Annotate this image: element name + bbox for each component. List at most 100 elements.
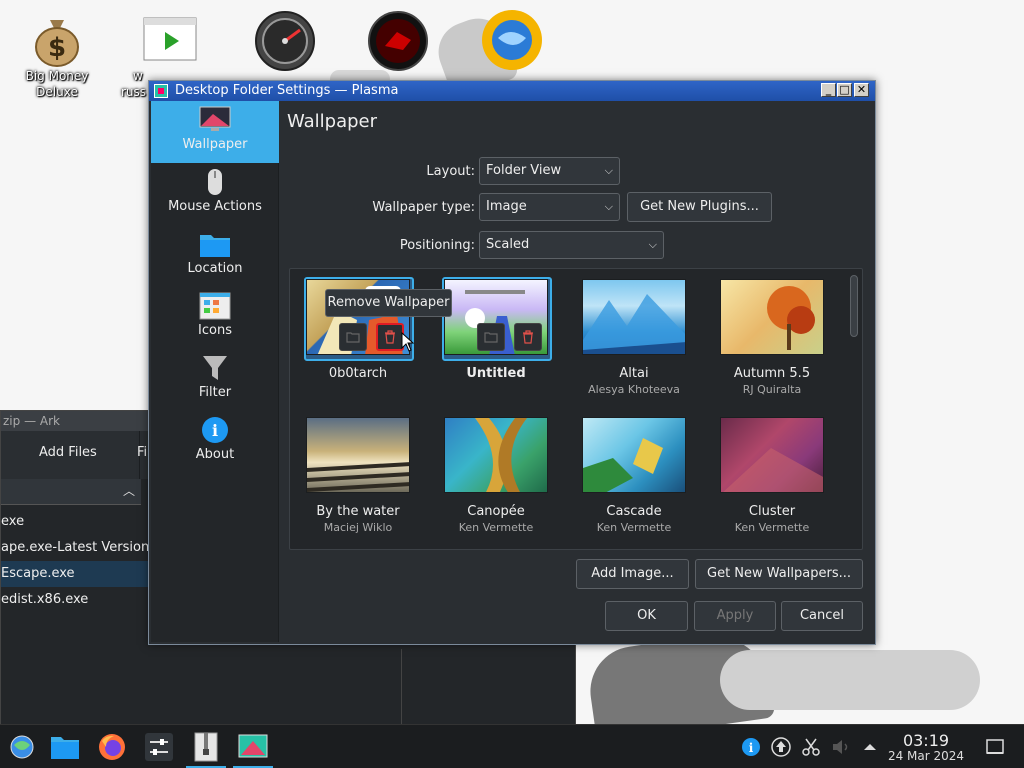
- desktop-folder-settings-dialog: Desktop Folder Settings — Plasma _ □ ✕ W…: [148, 80, 876, 645]
- chevron-down-icon: ⌵: [604, 200, 613, 213]
- file-list-row[interactable]: edist.x86.exe: [1, 587, 151, 613]
- remove-wallpaper-button[interactable]: [514, 323, 542, 351]
- desktop-icon-big-money[interactable]: $ Big Money Deluxe: [12, 4, 102, 100]
- wallpaper-item[interactable]: By the water Maciej Wiklo: [298, 417, 418, 534]
- svg-text:i: i: [749, 741, 754, 755]
- updates-icon[interactable]: [771, 737, 791, 757]
- wallpaper-name: By the water: [316, 504, 400, 519]
- wallpaper-author: Maciej Wiklo: [323, 521, 393, 534]
- wallpaper-item[interactable]: Cluster Ken Vermette: [712, 417, 832, 534]
- folder-icon: [199, 229, 231, 259]
- open-folder-button[interactable]: [339, 323, 367, 351]
- wallpaper-name: Canopée: [467, 504, 525, 519]
- wallpaper-name: Untitled: [466, 366, 526, 381]
- wallpaper-author: Alesya Khoteeva: [588, 383, 680, 396]
- file-list-row[interactable]: Escape.exe: [1, 561, 151, 587]
- dialog-titlebar[interactable]: Desktop Folder Settings — Plasma _ □ ✕: [149, 81, 875, 101]
- sidebar-item-about[interactable]: i About: [151, 411, 279, 473]
- file-list-row[interactable]: ape.exe-Latest Version: [1, 535, 151, 561]
- wallpaper-name: Altai: [619, 366, 649, 381]
- wallpaper-author: Ken Vermette: [458, 521, 534, 534]
- wallpaper-type-label: Wallpaper type:: [372, 200, 475, 215]
- desktop-icon-label: Big Money: [25, 69, 89, 83]
- close-button[interactable]: ✕: [854, 83, 869, 97]
- clock-time[interactable]: 03:19: [888, 731, 964, 750]
- sidebar-item-filter[interactable]: Filter: [151, 349, 279, 411]
- tray-expand-icon[interactable]: [860, 737, 880, 757]
- file-manager-icon[interactable]: [49, 731, 81, 763]
- wallpaper-name: Autumn 5.5: [733, 366, 811, 381]
- layout-select-value: Folder View: [486, 163, 562, 178]
- ark-column-header[interactable]: ︿: [1, 479, 141, 505]
- filter-icon: [199, 353, 231, 383]
- wallpaper-type-value: Image: [486, 199, 527, 214]
- red-disc-icon: [367, 10, 428, 71]
- wallpaper-item[interactable]: Altai Alesya Khoteeva: [574, 279, 694, 396]
- start-menu-icon[interactable]: [6, 731, 38, 763]
- firefox-icon[interactable]: [96, 731, 128, 763]
- media-player-icon: [141, 10, 199, 68]
- ark-toolbar-button[interactable]: Fi: [137, 445, 147, 460]
- sidebar-item-mouse-actions[interactable]: Mouse Actions: [151, 163, 279, 225]
- scrollbar-thumb[interactable]: [850, 275, 858, 337]
- remove-wallpaper-button[interactable]: [376, 323, 404, 351]
- apply-button[interactable]: Apply: [694, 601, 776, 631]
- info-icon: i: [199, 415, 231, 445]
- wallpaper-type-select[interactable]: Image ⌵: [479, 193, 620, 221]
- taskbar: i: [0, 724, 1024, 768]
- chevron-down-icon: ⌵: [648, 238, 657, 251]
- scissors-icon[interactable]: [801, 737, 821, 757]
- volume-muted-icon[interactable]: [831, 737, 851, 757]
- info-icon[interactable]: i: [741, 737, 761, 757]
- desktop-icon-disc[interactable]: [351, 4, 441, 71]
- positioning-value: Scaled: [486, 237, 530, 252]
- file-list-row[interactable]: exe: [1, 509, 151, 535]
- wallpaper-thumbnail: [444, 417, 548, 493]
- ark-add-files-button[interactable]: Add Files: [39, 445, 97, 460]
- wallpaper-item[interactable]: Cascade Ken Vermette: [574, 417, 694, 534]
- icons-view-icon: [199, 291, 231, 321]
- wallpaper-item[interactable]: Canopée Ken Vermette: [436, 417, 556, 534]
- dialog-title: Desktop Folder Settings — Plasma: [175, 83, 399, 98]
- cancel-button[interactable]: Cancel: [781, 601, 863, 631]
- plasma-app-icon: [154, 84, 168, 98]
- archive-icon[interactable]: [186, 731, 226, 768]
- wallpaper-name: Cluster: [748, 504, 796, 519]
- sidebar-item-wallpaper[interactable]: Wallpaper: [151, 101, 279, 163]
- wallpaper-item[interactable]: Autumn 5.5 RJ Quiralta: [712, 279, 832, 396]
- sidebar-item-label: Icons: [198, 323, 232, 338]
- ok-button[interactable]: OK: [605, 601, 688, 631]
- open-folder-button[interactable]: [477, 323, 505, 351]
- clock-date[interactable]: 24 Mar 2024: [882, 749, 970, 763]
- mouse-cursor-icon: [401, 331, 415, 356]
- show-desktop-icon[interactable]: [985, 737, 1005, 757]
- ark-file-list: exe ape.exe-Latest Version Escape.exe ed…: [1, 509, 151, 613]
- speedometer-icon: [254, 10, 315, 71]
- page-title: Wallpaper: [287, 111, 378, 132]
- maximize-button[interactable]: □: [837, 83, 852, 97]
- svg-text:i: i: [212, 421, 218, 440]
- sidebar-item-label: About: [195, 447, 235, 462]
- sidebar-item-location[interactable]: Location: [151, 225, 279, 287]
- wallpaper-author: RJ Quiralta: [742, 383, 802, 396]
- wallpaper-shape: [720, 650, 980, 710]
- wallpaper-name: 0b0tarch: [328, 366, 388, 381]
- plasma-settings-icon[interactable]: [233, 731, 273, 768]
- layout-select[interactable]: Folder View ⌵: [479, 157, 620, 185]
- positioning-select[interactable]: Scaled ⌵: [479, 231, 664, 259]
- settings-icon[interactable]: [143, 731, 175, 763]
- wallpaper-thumbnail: [582, 279, 686, 355]
- get-new-wallpapers-button[interactable]: Get New Wallpapers...: [695, 559, 863, 589]
- wallpaper-thumbnail: [720, 417, 824, 493]
- wallpaper-author: Ken Vermette: [596, 521, 672, 534]
- get-new-plugins-button[interactable]: Get New Plugins...: [627, 192, 772, 222]
- sidebar-item-icons[interactable]: Icons: [151, 287, 279, 349]
- desktop-icon-globe[interactable]: [464, 2, 554, 70]
- minimize-button[interactable]: _: [821, 83, 836, 97]
- desktop-icon-gauge[interactable]: [238, 4, 328, 71]
- add-image-button[interactable]: Add Image...: [576, 559, 689, 589]
- wallpaper-thumbnail: [306, 417, 410, 493]
- sun-globe-icon: [480, 8, 542, 70]
- sidebar-item-label: Wallpaper: [182, 137, 248, 152]
- grid-scrollbar[interactable]: [850, 273, 858, 545]
